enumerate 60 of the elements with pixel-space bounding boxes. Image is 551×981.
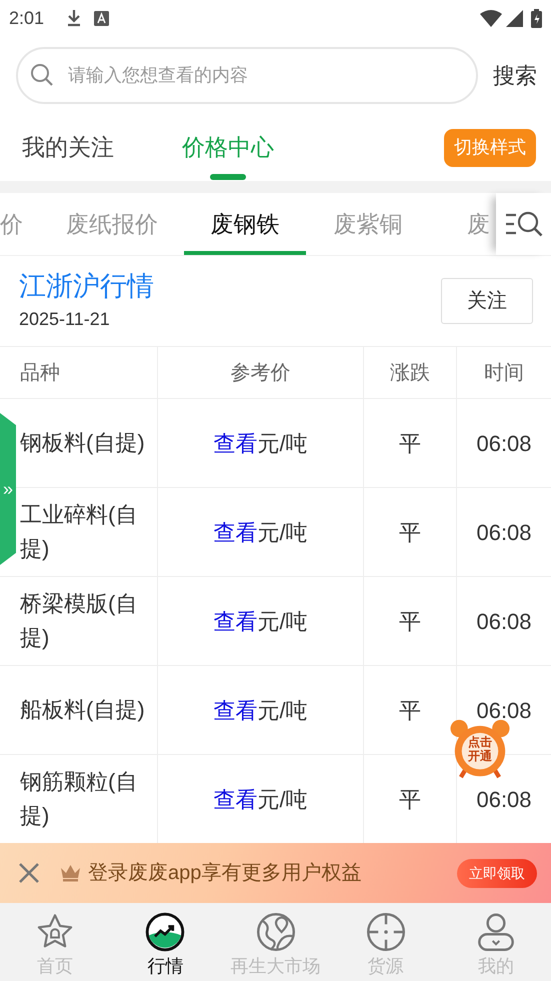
- category-tab[interactable]: 废紫铜: [306, 193, 430, 255]
- table-cell-text: 06:08: [476, 786, 532, 814]
- view-price-link[interactable]: 查看: [213, 426, 258, 460]
- column-header: 时间: [484, 360, 524, 386]
- category-tab[interactable]: 废钢铁: [184, 193, 306, 255]
- table-cell-text: 平: [399, 696, 421, 724]
- search-icon: [30, 62, 54, 86]
- table-cell-text: 平: [399, 430, 421, 458]
- follow-button[interactable]: 关注: [441, 278, 533, 324]
- nav-tab[interactable]: 行情: [110, 903, 220, 981]
- chart-icon: [145, 912, 186, 952]
- claim-button[interactable]: 立即领取: [457, 858, 537, 888]
- side-tab[interactable]: »: [0, 413, 16, 565]
- tab[interactable]: 我的关注: [22, 114, 114, 181]
- table-cell-text: 船板料(自提): [20, 696, 145, 724]
- table-cell-text: 06:08: [476, 696, 532, 724]
- keyboard-icon: [94, 10, 110, 26]
- table-cell-text: 工业碎料(自提): [20, 501, 138, 563]
- view-price-link[interactable]: 查看: [213, 694, 258, 726]
- column-header: 涨跌: [390, 360, 430, 386]
- status-time: 2:01: [9, 6, 44, 30]
- table-cell-text: 钢筋颗粒(自提): [20, 768, 138, 830]
- table-cell-text: 06:08: [476, 608, 532, 636]
- wifi-icon: [480, 10, 502, 26]
- crown-icon: [60, 864, 81, 882]
- switch-style-button[interactable]: 切换样式: [444, 128, 536, 166]
- banner-text: 登录废废app享有更多用户权益: [88, 861, 362, 886]
- price-unit: 元/吨: [257, 786, 308, 814]
- section-date: 2025-11-21: [19, 308, 111, 331]
- section-title: 江浙沪行情: [19, 270, 155, 303]
- search-button[interactable]: 搜索: [493, 58, 537, 92]
- search-field[interactable]: 请输入您想查看的内容: [16, 46, 478, 104]
- close-icon[interactable]: [18, 862, 40, 884]
- table-cell-text: 平: [399, 786, 421, 814]
- price-unit: 元/吨: [257, 696, 308, 724]
- category-tab[interactable]: 废纸报价: [40, 193, 184, 255]
- column-header: 参考价: [230, 360, 290, 386]
- signal-icon: [506, 10, 523, 26]
- globe-pin-icon: [256, 912, 296, 952]
- table-cell-text: 平: [399, 518, 421, 546]
- user-icon: [476, 912, 516, 952]
- table-cell-text: 平: [399, 608, 421, 636]
- table-cell-text: 06:08: [476, 518, 532, 546]
- table-cell-text: 06:08: [476, 430, 532, 458]
- table-cell-text: 桥梁模版(自提): [20, 590, 138, 652]
- category-tab[interactable]: 价: [0, 193, 40, 255]
- view-price-link[interactable]: 查看: [213, 782, 258, 816]
- table-cell-text: 钢板料(自提): [20, 429, 145, 457]
- view-price-link[interactable]: 查看: [213, 516, 258, 548]
- tab[interactable]: 价格中心: [182, 114, 274, 181]
- category-tab[interactable]: 废: [430, 193, 490, 255]
- price-unit: 元/吨: [257, 608, 308, 636]
- crosshair-icon: [366, 912, 406, 952]
- download-icon: [66, 9, 82, 27]
- search-list-icon[interactable]: [504, 209, 542, 239]
- price-unit: 元/吨: [257, 430, 308, 458]
- column-header: 品种: [20, 360, 60, 386]
- view-price-link[interactable]: 查看: [213, 604, 258, 638]
- price-unit: 元/吨: [257, 518, 308, 546]
- battery-icon: [531, 8, 542, 28]
